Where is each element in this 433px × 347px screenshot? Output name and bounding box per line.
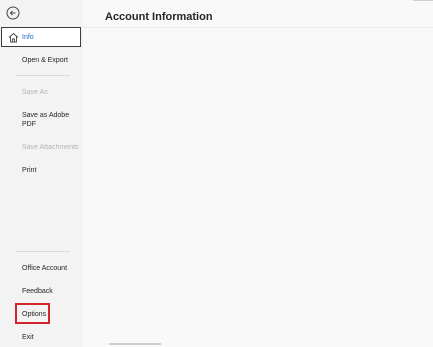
top-edge-line	[413, 0, 433, 1]
home-icon	[8, 32, 19, 43]
page-title: Account Information	[105, 11, 213, 23]
sidebar-item-feedback[interactable]: Feedback	[0, 287, 83, 296]
scroll-indicator[interactable]	[109, 343, 161, 345]
sidebar-item-exit[interactable]: Exit	[0, 333, 83, 342]
sidebar-item-label: Save Attachments	[22, 144, 79, 151]
sidebar-item-save-as: Save As	[0, 88, 83, 97]
main-content: Account Information	[83, 0, 433, 347]
sidebar-item-open-export[interactable]: Open & Export	[0, 56, 83, 65]
sidebar-item-label: Exit	[22, 334, 34, 341]
sidebar-item-save-as-pdf[interactable]: Save as Adobe PDF	[0, 111, 78, 129]
sidebar-item-label: Open & Export	[22, 57, 68, 64]
sidebar-item-save-attachments: Save Attachments	[0, 143, 83, 152]
sidebar-item-label: Print	[22, 167, 37, 174]
backstage-sidebar: Info Open & Export Save As Save as Adobe…	[0, 0, 83, 347]
sidebar-item-label: Save as Adobe PDF	[22, 112, 70, 128]
back-arrow-icon	[6, 6, 20, 20]
sidebar-divider	[16, 251, 70, 252]
sidebar-item-label: Info	[22, 33, 34, 41]
sidebar-divider	[16, 75, 70, 76]
sidebar-item-print[interactable]: Print	[0, 166, 83, 175]
back-button[interactable]	[5, 5, 21, 21]
sidebar-item-info[interactable]: Info	[1, 27, 81, 47]
sidebar-item-label: Office Account	[22, 265, 68, 272]
sidebar-item-label: Save As	[22, 89, 48, 96]
title-divider	[83, 27, 433, 28]
sidebar-item-options[interactable]: Options	[0, 310, 83, 319]
sidebar-item-label: Feedback	[22, 288, 53, 295]
sidebar-item-label: Options	[22, 311, 47, 318]
sidebar-item-office-account[interactable]: Office Account	[0, 264, 83, 273]
